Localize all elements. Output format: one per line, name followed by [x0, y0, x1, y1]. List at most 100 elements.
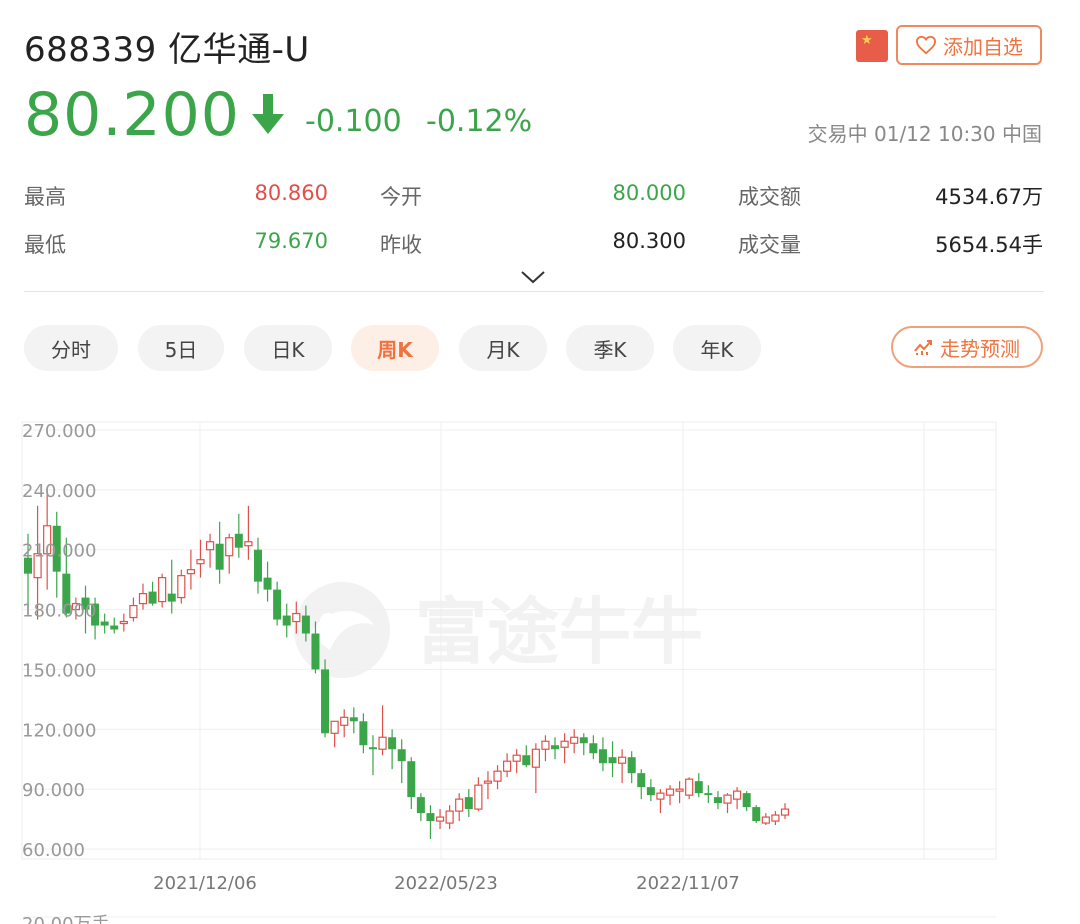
- candlestick-chart[interactable]: 270.000 240.000 210.000 180.000 150.000 120.0…: [0, 400, 1080, 924]
- candle-body: [742, 793, 751, 808]
- candle-body: [359, 721, 368, 746]
- candle-body: [455, 798, 464, 812]
- candle-body: [148, 591, 157, 604]
- candle-body: [771, 814, 780, 822]
- tab-5day[interactable]: 5日: [138, 325, 224, 371]
- candle-body: [273, 589, 282, 620]
- candle-body: [129, 604, 138, 619]
- y-tick-label: 150.000: [22, 660, 96, 681]
- candle-body: [589, 743, 598, 754]
- tab-quarterly-k[interactable]: 季K: [566, 325, 654, 371]
- stock-title: 688339 亿华通-U: [24, 30, 310, 70]
- prev-close-value: 80.300: [612, 229, 686, 253]
- candle-body: [598, 749, 607, 764]
- y-tick-label: 90.000: [22, 780, 85, 801]
- candle-body: [560, 740, 569, 748]
- candle-body: [627, 757, 636, 774]
- add-to-watchlist-button[interactable]: 添加自选: [896, 25, 1042, 65]
- tab-monthly-k[interactable]: 月K: [459, 325, 547, 371]
- candle-body: [407, 761, 416, 798]
- candle-body: [416, 797, 425, 814]
- add-to-watchlist-label: 添加自选: [943, 34, 1023, 59]
- tab-daily-k[interactable]: 日K: [244, 325, 332, 371]
- candle-body: [637, 773, 646, 788]
- candle-body: [656, 792, 665, 800]
- candle-body: [292, 612, 301, 623]
- low-value: 79.670: [254, 229, 328, 253]
- y-tick-label: 180.000: [22, 601, 96, 622]
- y-tick-label: 120.000: [22, 720, 96, 741]
- y-tick-label: 60.000: [22, 840, 85, 861]
- expand-chevron-icon[interactable]: [519, 268, 547, 286]
- candle-body: [723, 794, 732, 804]
- y-tick-label: 240.000: [22, 481, 96, 502]
- candle-body: [503, 760, 512, 772]
- candle-body: [110, 625, 119, 630]
- candle-body: [579, 737, 588, 744]
- candle-body: [311, 633, 320, 670]
- candle-body: [330, 720, 339, 734]
- candle-body: [780, 808, 790, 816]
- trend-forecast-button[interactable]: 走势预测: [891, 326, 1043, 368]
- candle-body: [426, 813, 435, 822]
- candle-body: [167, 593, 176, 602]
- candle-body: [263, 577, 272, 590]
- open-label: 今开: [380, 185, 422, 209]
- y-tick-label: 270.000: [22, 421, 96, 442]
- volume-label: 成交量: [738, 233, 801, 257]
- price-change: -0.100: [305, 104, 402, 139]
- price-change-percent: -0.12%: [426, 104, 533, 139]
- tab-yearly-k[interactable]: 年K: [673, 325, 761, 371]
- tab-weekly-k[interactable]: 周K: [351, 325, 439, 371]
- candle-body: [570, 736, 579, 744]
- x-tick-label: 2022/11/07: [636, 873, 740, 894]
- candle-body: [665, 788, 675, 796]
- candle-body: [349, 717, 358, 722]
- candle-body: [368, 747, 377, 750]
- candle-body: [512, 754, 521, 762]
- candle-body: [119, 620, 128, 625]
- trend-forecast-label: 走势预测: [940, 336, 1020, 361]
- high-value: 80.860: [254, 181, 328, 205]
- candle-body: [618, 756, 627, 764]
- candle-body: [378, 736, 387, 750]
- candle-body: [522, 755, 531, 766]
- amount-value: 4534.67万: [935, 185, 1043, 209]
- open-value: 80.000: [612, 181, 686, 205]
- candle-body: [244, 541, 253, 547]
- flag-star: ★: [861, 33, 873, 48]
- candle-body: [483, 780, 493, 784]
- x-tick-label: 2021/12/06: [153, 873, 257, 894]
- candle-body: [158, 577, 167, 603]
- candle-body: [752, 807, 761, 822]
- candle-body: [435, 816, 445, 822]
- candle-body: [282, 615, 291, 626]
- candle-body: [732, 790, 742, 800]
- candle-body: [196, 559, 205, 565]
- candle-body: [177, 575, 186, 599]
- candle-body: [541, 740, 550, 750]
- y-tick-label: 210.000: [22, 541, 96, 562]
- candle-body: [138, 593, 148, 605]
- candle-body: [340, 716, 349, 726]
- candle-body: [551, 745, 560, 750]
- arrow-down-icon: [252, 94, 284, 134]
- candle-body: [186, 569, 195, 575]
- low-label: 最低: [24, 233, 66, 257]
- candle-body: [704, 793, 713, 796]
- candle-body: [675, 788, 684, 792]
- candle-body: [205, 541, 215, 551]
- current-price: 80.200: [24, 80, 240, 150]
- trend-chart-icon: [914, 340, 932, 355]
- candle-body: [253, 549, 262, 582]
- prev-close-label: 昨收: [380, 233, 422, 257]
- volume-value: 5654.54手: [935, 233, 1043, 257]
- candle-body: [694, 781, 703, 794]
- volume-axis-label: 20.00万手: [22, 914, 110, 924]
- candle-body: [234, 533, 243, 548]
- candle-body: [646, 787, 655, 796]
- tab-intraday[interactable]: 分时: [24, 325, 118, 371]
- candle-body: [685, 778, 694, 796]
- heart-outline-icon: [915, 35, 937, 55]
- candle-body: [474, 784, 483, 810]
